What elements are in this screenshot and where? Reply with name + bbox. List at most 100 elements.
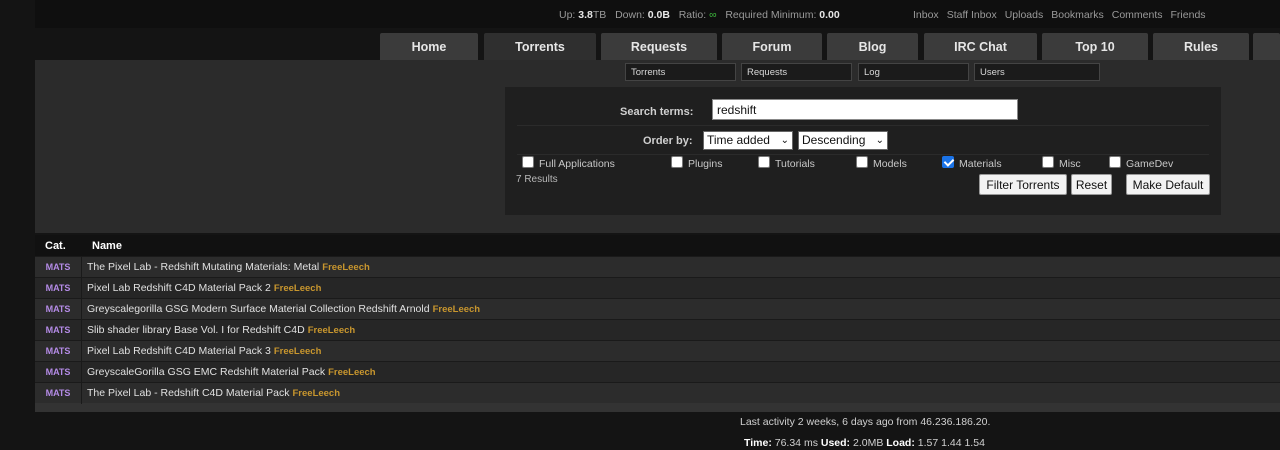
time-label: Time: <box>744 437 772 449</box>
category-misc[interactable]: Misc <box>1042 156 1081 170</box>
tab-more[interactable] <box>1253 33 1280 60</box>
chevron-down-icon: ⌄ <box>875 135 884 146</box>
category-badge[interactable]: MATS <box>35 361 82 383</box>
quick-search-torrents[interactable] <box>625 63 736 81</box>
search-terms-label: Search terms: <box>620 106 694 118</box>
table-row: MATS GreyscaleGorilla GSG EMC Redshift M… <box>35 361 1280 383</box>
checkbox-models[interactable] <box>856 156 868 168</box>
header-panel: Search terms: Order by: Time added ⌄ Des… <box>35 60 1280 233</box>
category-badge[interactable]: MATS <box>35 340 82 362</box>
used-label: Used: <box>820 437 851 449</box>
ratio-label: Ratio: <box>678 9 707 21</box>
order-field-select[interactable]: Time added ⌄ <box>703 131 793 150</box>
freeleech-tag: FreeLeech <box>328 367 376 378</box>
bookmarks-link[interactable]: Bookmarks <box>1051 9 1104 21</box>
order-row: Order by: Time added ⌄ Descending ⌄ <box>517 126 1209 155</box>
tab-top-10[interactable]: Top 10 <box>1042 33 1148 60</box>
tab-blog[interactable]: Blog <box>827 33 918 60</box>
checkbox-plugins[interactable] <box>671 156 683 168</box>
checkbox-materials[interactable] <box>942 156 954 168</box>
category-tutorials[interactable]: Tutorials <box>758 156 815 170</box>
time-value: 76.34 ms <box>774 437 818 449</box>
user-stats: Up: 3.8 TB Down: 0.0B Ratio: ∞ Required M… <box>559 9 840 21</box>
freeleech-tag: FreeLeech <box>322 262 370 273</box>
checkbox-tutorials[interactable] <box>758 156 770 168</box>
upload-value: 3.8 <box>578 9 593 21</box>
checkbox-misc[interactable] <box>1042 156 1054 168</box>
tab-forum[interactable]: Forum <box>722 33 822 60</box>
tab-irc-chat[interactable]: IRC Chat <box>924 33 1037 60</box>
checkbox-full-applications[interactable] <box>522 156 534 168</box>
torrent-link[interactable]: The Pixel Lab - Redshift C4D Material Pa… <box>87 387 290 399</box>
uploads-link[interactable]: Uploads <box>1005 9 1044 21</box>
reset-button[interactable]: Reset <box>1071 174 1112 195</box>
search-terms-row: Search terms: <box>517 97 1209 126</box>
torrent-link[interactable]: Greyscalegorilla GSG Modern Surface Mate… <box>87 303 430 315</box>
table-row: MATS Greyscalegorilla GSG Modern Surface… <box>35 298 1280 320</box>
table-row: MATS The Pixel Lab - Redshift Mutating M… <box>35 256 1280 278</box>
load-value: 1.57 1.44 1.54 <box>917 437 985 449</box>
table-header: Cat. Name <box>35 235 1280 256</box>
required-label: Required Minimum: <box>725 9 817 21</box>
quick-search-log[interactable] <box>858 63 969 81</box>
category-full-applications[interactable]: Full Applications <box>522 156 615 170</box>
quick-search-requests[interactable] <box>741 63 852 81</box>
freeleech-tag: FreeLeech <box>432 304 481 315</box>
category-badge[interactable]: MATS <box>35 298 82 320</box>
torrent-name-cell: Greyscalegorilla GSG Modern Surface Mate… <box>82 303 480 315</box>
friends-link[interactable]: Friends <box>1171 9 1206 21</box>
table-row: MATS Pixel Lab Redshift C4D Material Pac… <box>35 340 1280 362</box>
table-row: MATS The Pixel Lab - Redshift C4D Materi… <box>35 382 1280 404</box>
freeleech-tag: FreeLeech <box>307 325 356 336</box>
category-gamedev[interactable]: GameDev <box>1109 156 1173 170</box>
category-label: Models <box>873 158 907 170</box>
torrent-link[interactable]: The Pixel Lab - Redshift Mutating Materi… <box>87 261 319 273</box>
torrent-link[interactable]: Pixel Lab Redshift C4D Material Pack 2 <box>87 282 271 294</box>
torrent-name-cell: The Pixel Lab - Redshift Mutating Materi… <box>82 261 370 273</box>
category-materials[interactable]: Materials <box>942 156 1002 170</box>
category-label: Plugins <box>688 158 723 170</box>
download-value: 0.0B <box>647 9 670 21</box>
torrent-link[interactable]: Pixel Lab Redshift C4D Material Pack 3 <box>87 345 271 357</box>
make-default-button[interactable]: Make Default <box>1126 174 1210 195</box>
category-badge[interactable]: MATS <box>35 319 82 341</box>
column-header-category[interactable]: Cat. <box>35 240 82 252</box>
tab-requests[interactable]: Requests <box>601 33 717 60</box>
category-badge[interactable]: MATS <box>35 277 82 299</box>
comments-link[interactable]: Comments <box>1112 9 1163 21</box>
torrent-name-cell: Pixel Lab Redshift C4D Material Pack 3 Fr… <box>82 345 321 357</box>
torrent-table: Cat. Name MATS The Pixel Lab - Redshift … <box>35 235 1280 412</box>
quick-search-users[interactable] <box>974 63 1100 81</box>
category-badge[interactable]: MATS <box>35 382 82 404</box>
table-footer-bar <box>35 403 1280 412</box>
category-plugins[interactable]: Plugins <box>671 156 723 170</box>
freeleech-tag: FreeLeech <box>273 283 322 294</box>
inbox-link[interactable]: Inbox <box>913 9 939 21</box>
staff-inbox-link[interactable]: Staff Inbox <box>947 9 997 21</box>
torrent-link[interactable]: Slib shader library Base Vol. I for Reds… <box>87 324 305 336</box>
table-row: MATS Slib shader library Base Vol. I for… <box>35 319 1280 341</box>
torrent-name-cell: Slib shader library Base Vol. I for Reds… <box>82 324 355 336</box>
table-body: MATS The Pixel Lab - Redshift Mutating M… <box>35 256 1280 404</box>
category-models[interactable]: Models <box>856 156 907 170</box>
category-label: Materials <box>959 158 1002 170</box>
checkbox-gamedev[interactable] <box>1109 156 1121 168</box>
download-label: Down: <box>615 9 645 21</box>
category-label: Full Applications <box>539 158 615 170</box>
order-direction-value: Descending <box>802 133 866 147</box>
order-direction-select[interactable]: Descending ⌄ <box>798 131 888 150</box>
server-stats: Time: 76.34 ms Used: 2.0MB Load: 1.57 1.… <box>744 437 985 449</box>
order-by-label: Order by: <box>643 135 693 147</box>
filter-torrents-button[interactable]: Filter Torrents <box>979 174 1067 195</box>
category-badge[interactable]: MATS <box>35 256 82 278</box>
torrent-link[interactable]: GreyscaleGorilla GSG EMC Redshift Materi… <box>87 366 325 378</box>
column-header-name[interactable]: Name <box>82 240 122 252</box>
main-menu: Home Torrents Requests Forum Blog IRC Ch… <box>0 33 1280 60</box>
tab-home[interactable]: Home <box>380 33 478 60</box>
tab-rules[interactable]: Rules <box>1153 33 1249 60</box>
search-terms-input[interactable] <box>712 99 1018 120</box>
tab-torrents[interactable]: Torrents <box>484 33 596 60</box>
order-field-value: Time added <box>707 133 770 147</box>
ratio-value: ∞ <box>709 9 717 21</box>
torrent-name-cell: The Pixel Lab - Redshift C4D Material Pa… <box>82 387 340 399</box>
